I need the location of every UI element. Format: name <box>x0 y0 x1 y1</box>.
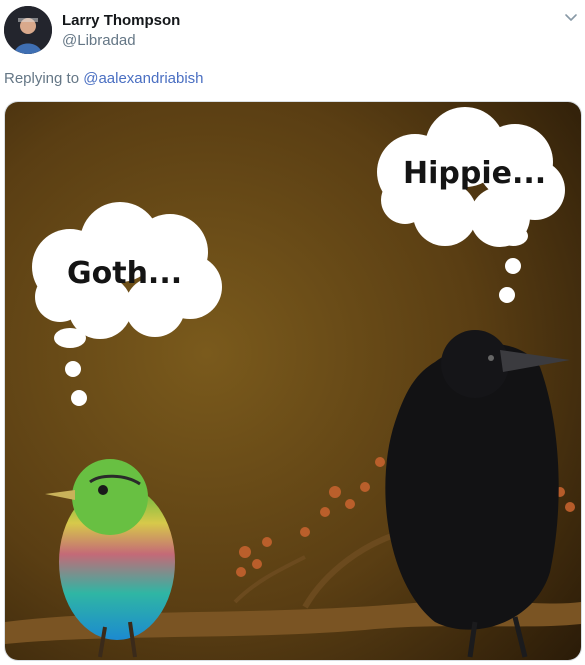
author-avatar[interactable] <box>4 6 52 54</box>
tweet-media-image[interactable]: Goth... Hippie... <box>4 101 582 661</box>
right-bubble-text: Hippie... <box>403 156 546 191</box>
chevron-down-icon[interactable] <box>563 10 579 26</box>
replying-to: Replying to @aalexandriabish <box>4 70 204 87</box>
avatar-image <box>4 6 52 54</box>
left-bubble-text: Goth... <box>67 256 182 291</box>
reply-prefix: Replying to <box>4 70 80 87</box>
reply-to-link[interactable]: @aalexandriabish <box>83 70 203 87</box>
author-handle[interactable]: @Libradad <box>62 32 136 49</box>
author-name[interactable]: Larry Thompson <box>62 12 180 29</box>
